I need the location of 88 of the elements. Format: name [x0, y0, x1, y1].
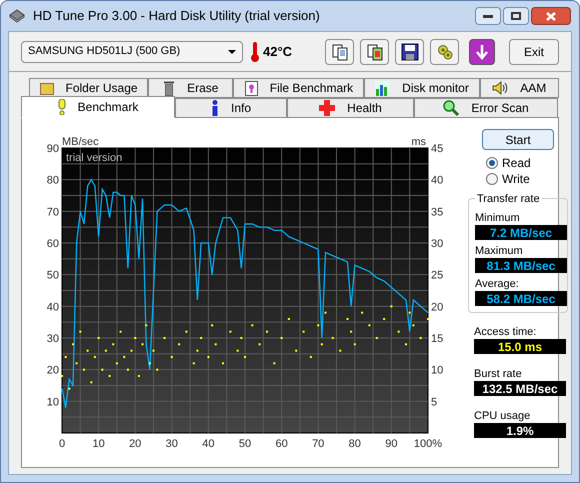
radio-button[interactable] — [486, 157, 498, 169]
x-tick-label: 0 — [58, 438, 66, 450]
tab[interactable]: File Benchmark — [233, 78, 364, 98]
x-tick-label: 100% — [414, 438, 442, 450]
bar-graph-icon — [375, 80, 390, 96]
temperature-reading: 42°C — [263, 42, 292, 61]
maximize-icon — [511, 12, 521, 20]
thermometer-icon — [251, 42, 259, 62]
close-icon — [546, 12, 556, 20]
secondary-y-tick-label: 15 — [431, 333, 444, 345]
tab[interactable]: AAM — [480, 78, 559, 98]
x-tick-label: 70 — [312, 438, 324, 450]
info-icon — [210, 100, 219, 116]
tab[interactable]: Health — [287, 98, 414, 118]
tab[interactable]: Info — [175, 98, 287, 118]
trash-icon — [163, 80, 176, 96]
folder-icon — [40, 81, 54, 95]
exclamation-icon — [58, 99, 66, 115]
readout-label: Maximum — [475, 244, 523, 258]
tab[interactable]: Benchmark — [21, 96, 175, 118]
y-tick-label: 60 — [46, 238, 59, 250]
window-title: HD Tune Pro 3.00 - Hard Disk Utility (trial version) — [33, 7, 320, 26]
caret-icon — [228, 50, 236, 54]
secondary-y-tick-label: 40 — [431, 174, 444, 187]
secondary-y-tick-label: 5 — [431, 396, 438, 408]
x-tick-label: 30 — [166, 438, 178, 450]
toolbar-button[interactable] — [360, 38, 389, 64]
readout-value: 15.0 ms — [498, 340, 542, 352]
maximize-button[interactable] — [503, 7, 529, 25]
gears-icon — [436, 42, 454, 60]
readout-value: 81.3 MB/sec — [486, 260, 556, 272]
toolbar-button[interactable] — [325, 38, 354, 64]
x-tick-label: 90 — [385, 438, 398, 450]
x-tick-label: 60 — [275, 438, 288, 450]
radio-label: Write — [502, 171, 530, 188]
exit-button[interactable]: Exit — [509, 38, 559, 64]
readout-label: Average: — [475, 277, 519, 291]
down-arrow-icon — [475, 44, 489, 60]
y-tick-label: 70 — [46, 206, 59, 218]
speaker-icon — [492, 81, 508, 95]
cross-icon — [319, 100, 336, 116]
x-tick-label: 80 — [348, 438, 361, 450]
minimize-icon — [483, 14, 493, 18]
copy-icon — [330, 42, 348, 60]
readout-label: Burst rate — [474, 367, 522, 381]
y-tick-label: 40 — [46, 301, 59, 314]
readout-label: Access time: — [474, 325, 536, 339]
x-tick-label: 20 — [129, 438, 142, 450]
tab[interactable]: Erase — [148, 78, 234, 98]
y-tick-label: 50 — [46, 270, 59, 282]
y-tick-label: 20 — [46, 364, 59, 377]
secondary-y-tick-label: 10 — [431, 364, 444, 377]
radio-label: Read — [502, 155, 531, 172]
readout-label: CPU usage — [474, 409, 530, 423]
document-icon — [244, 80, 258, 96]
x-tick-label: 50 — [238, 438, 252, 450]
secondary-y-tick-label: 20 — [431, 301, 444, 314]
x-tick-label: 40 — [202, 438, 215, 450]
readout-value: 58.2 MB/sec — [486, 292, 556, 304]
readout-label: Minimum — [475, 211, 520, 225]
toolbar-button[interactable] — [395, 38, 424, 64]
secondary-y-tick-label: 45 — [431, 143, 444, 155]
copy-icon — [366, 42, 384, 60]
radio-button[interactable] — [486, 173, 498, 185]
tab[interactable]: Disk monitor — [364, 78, 480, 98]
secondary-y-tick-label: 30 — [431, 238, 444, 250]
start-button[interactable]: Start — [482, 129, 554, 150]
tab[interactable]: Folder Usage — [29, 78, 148, 98]
secondary-y-axis-label: ms — [411, 136, 426, 148]
save-icon — [400, 42, 418, 60]
download-button[interactable] — [469, 38, 495, 64]
y-tick-label: 90 — [46, 143, 59, 155]
y-tick-label: 80 — [46, 174, 59, 187]
y-tick-label: 30 — [46, 333, 59, 345]
readout-value: 7.2 MB/sec — [490, 226, 552, 238]
secondary-y-tick-label: 25 — [431, 270, 444, 282]
y-axis-label: MB/sec — [62, 136, 99, 148]
y-tick-label: 10 — [46, 396, 59, 408]
magnifier-icon — [443, 100, 460, 116]
tab[interactable]: Error Scan — [414, 98, 558, 118]
readout-value: 1.9% — [506, 424, 534, 436]
close-button[interactable] — [531, 7, 571, 25]
secondary-y-tick-label: 35 — [431, 206, 444, 218]
minimize-button[interactable] — [475, 7, 501, 25]
watermark-text: trial version — [66, 152, 122, 164]
drive-dropdown[interactable]: SAMSUNG HD501LJ (500 GB) — [21, 40, 243, 62]
readout-value: 132.5 MB/sec — [482, 382, 558, 394]
x-tick-label: 10 — [92, 438, 105, 450]
